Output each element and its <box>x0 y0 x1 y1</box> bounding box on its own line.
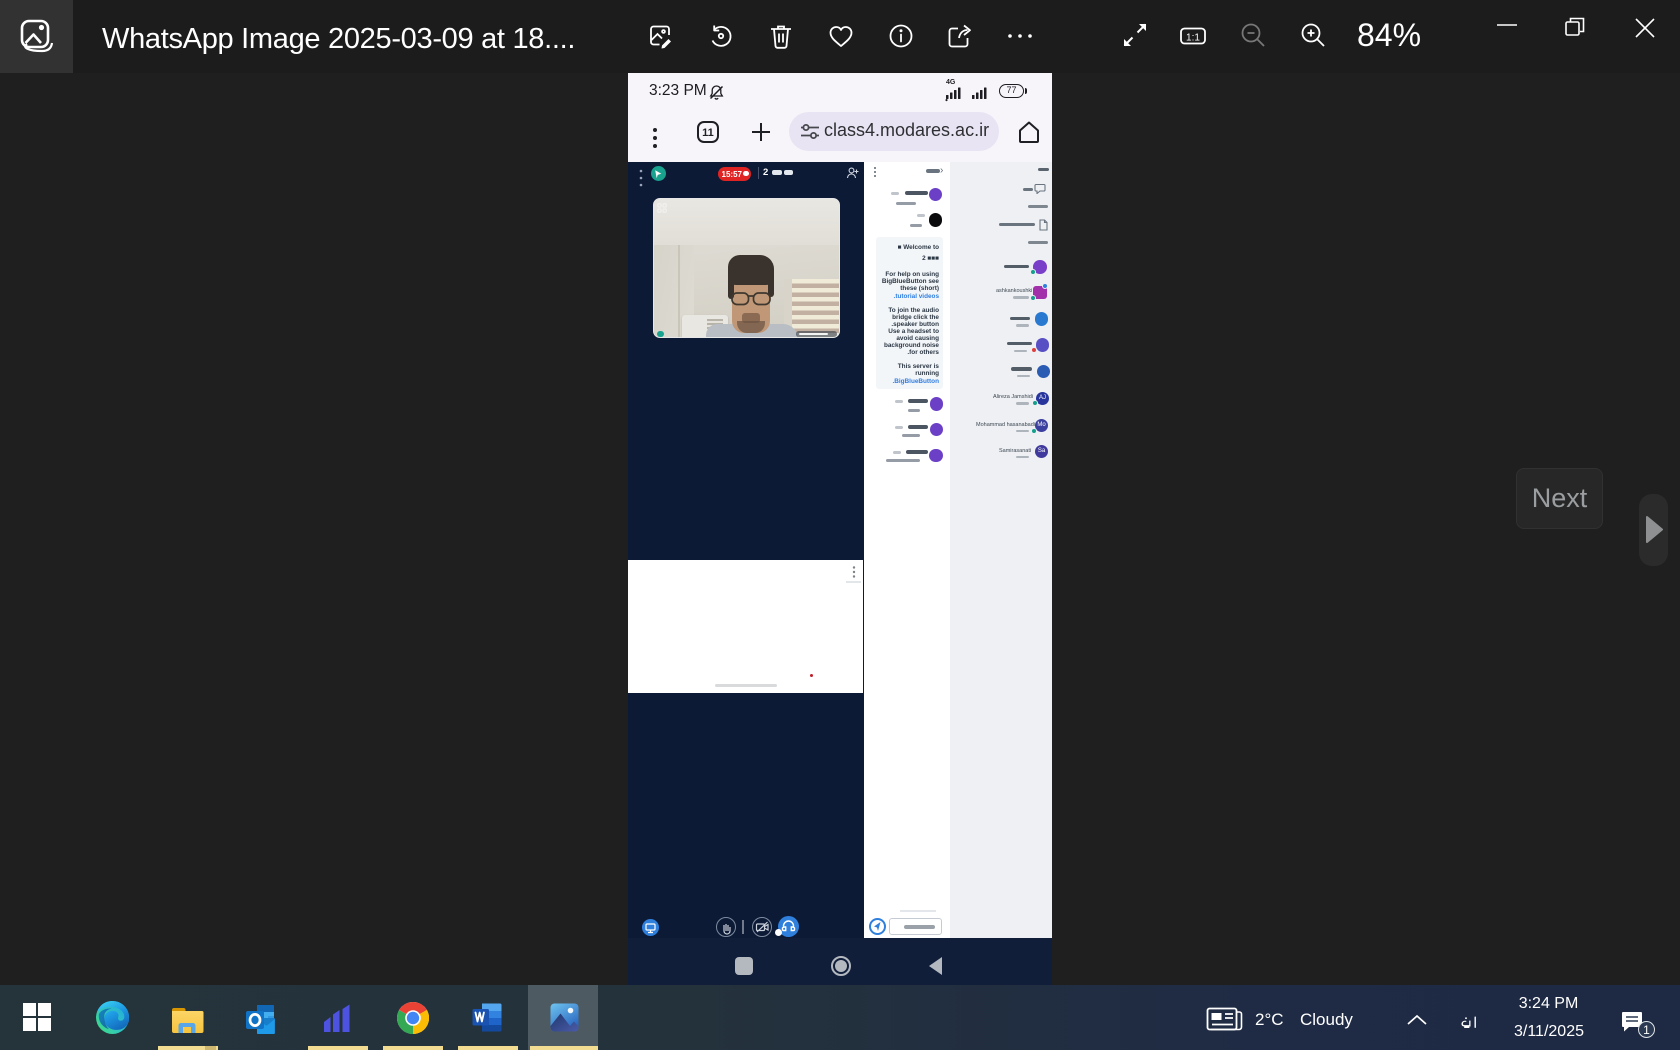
svg-text:1:1: 1:1 <box>1186 33 1200 44</box>
svg-text:●: ● <box>945 98 948 103</box>
